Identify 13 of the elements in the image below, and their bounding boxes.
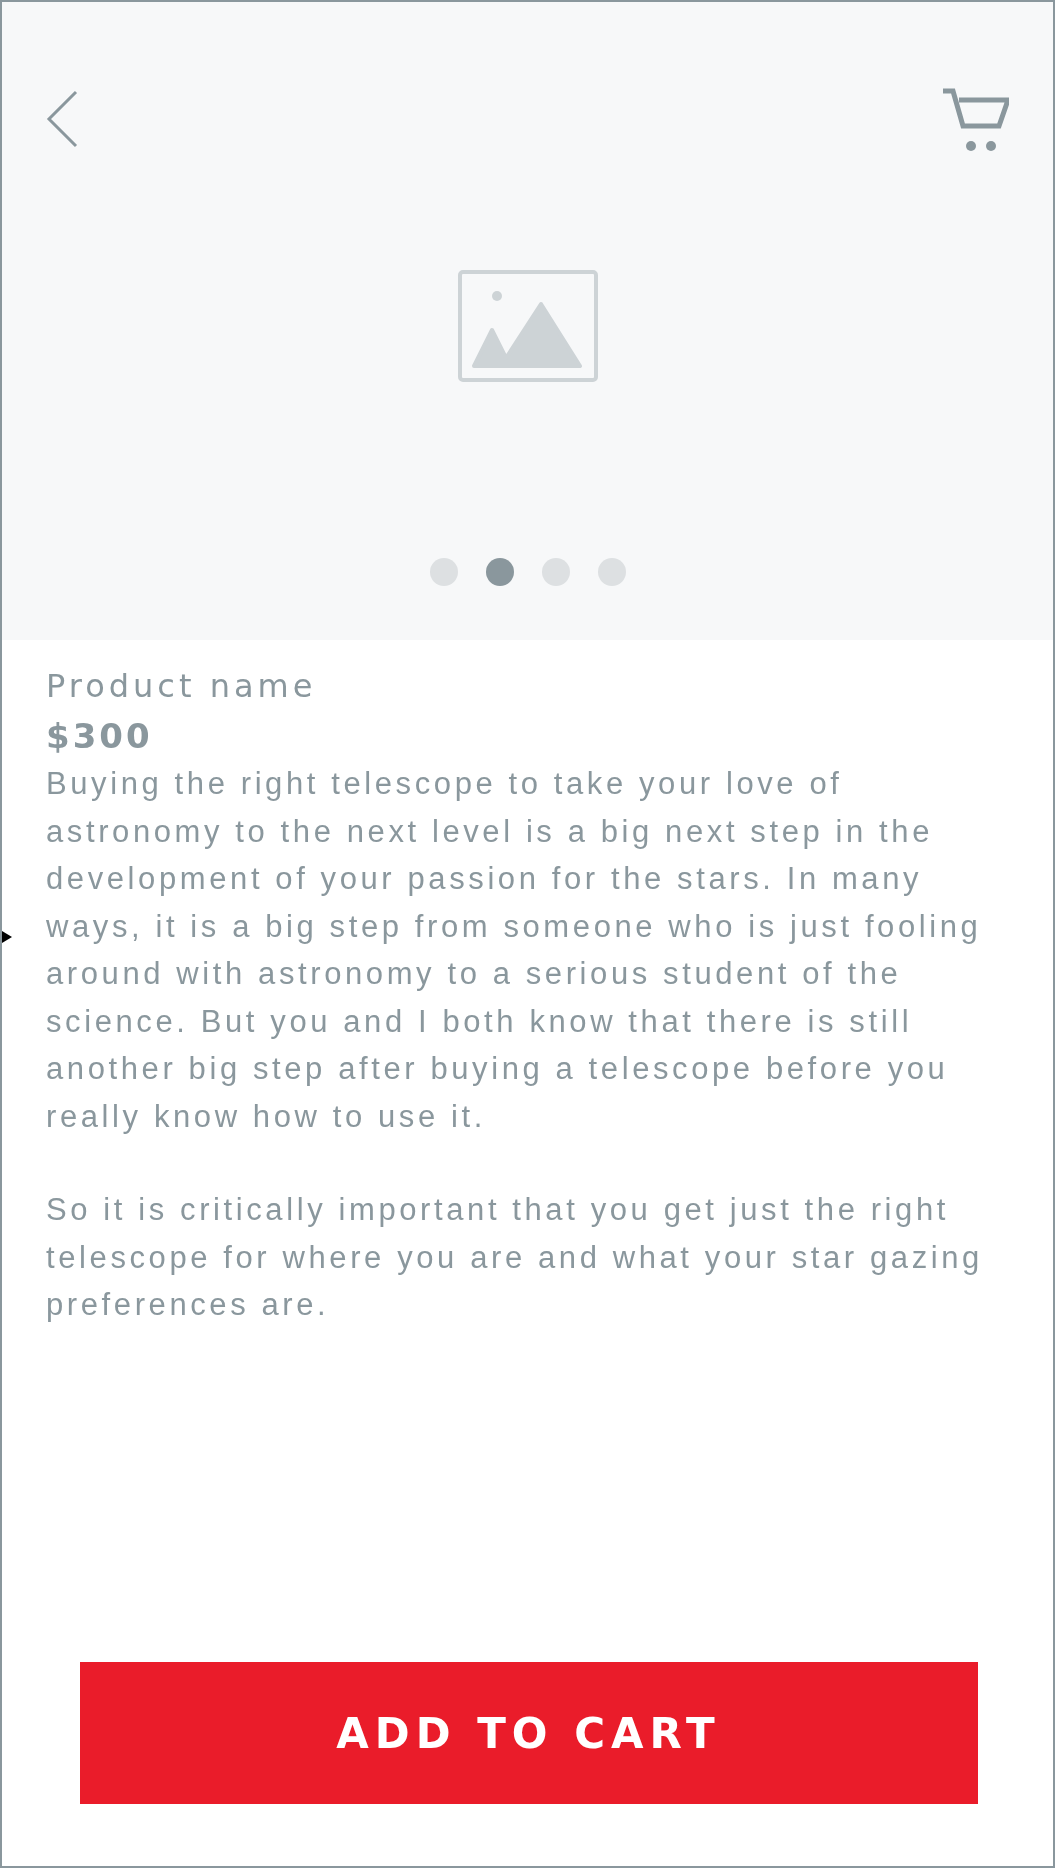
- pointer-icon: [2, 931, 12, 943]
- carousel-dot[interactable]: [429, 558, 458, 586]
- carousel-dot[interactable]: [597, 558, 626, 586]
- carousel-dot[interactable]: [541, 558, 570, 586]
- description-paragraph: So it is critically important that you get just the right telescope for where you are and what your star gazing preferences are.: [46, 1191, 984, 1324]
- product-name: Product name: [46, 666, 318, 707]
- description-paragraph: Buying the right telescope to take your love of astronomy to the next level is a big next step in the development of your passion for the stars. In many ways, it is a big step from someone who is just fooling around with astronomy to a serious student of the science. But you and I both know that there is still another big step after buying a telescope before you really know how to use it.: [46, 765, 983, 1136]
- add-to-cart-button[interactable]: ADD TO CART: [79, 1662, 978, 1804]
- image-placeholder-icon: [457, 270, 598, 382]
- cart-icon[interactable]: [943, 88, 1009, 154]
- product-price: $300: [46, 715, 154, 758]
- carousel-dot[interactable]: [485, 558, 514, 586]
- back-icon[interactable]: [46, 90, 78, 148]
